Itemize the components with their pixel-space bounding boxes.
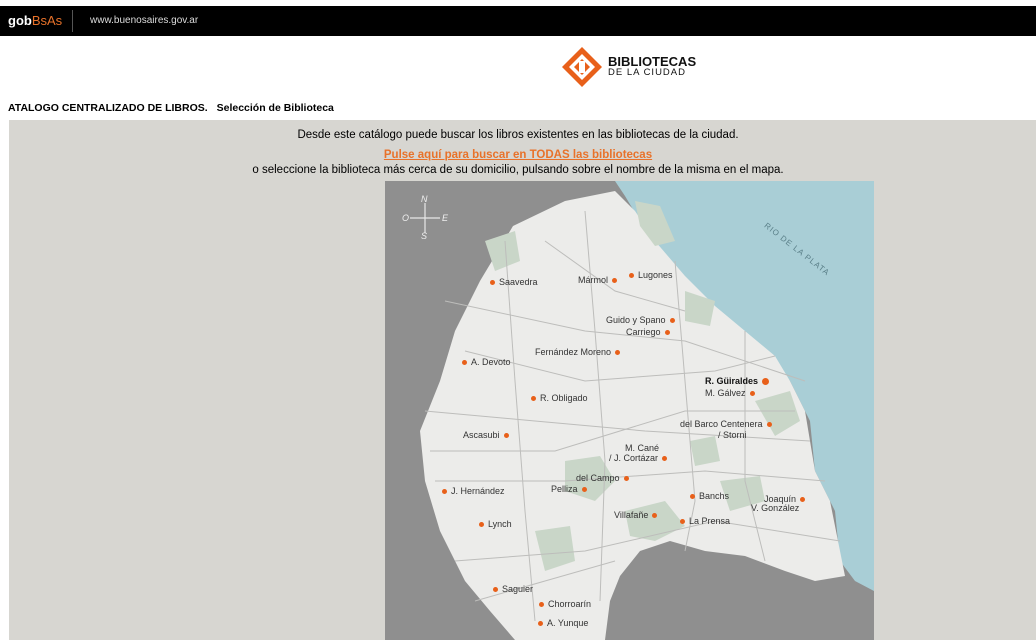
library-label: Saavedra	[499, 277, 538, 287]
location-dot-icon	[662, 456, 668, 462]
library-label: Villafañe	[614, 510, 649, 520]
library-label: Ascasubi	[463, 430, 500, 440]
library-la-prensa[interactable]: La Prensa	[676, 516, 730, 526]
site-url-link[interactable]: www.buenosaires.gov.ar	[90, 15, 198, 26]
library-marmol[interactable]: Mármol	[578, 275, 621, 285]
library-ascasubi[interactable]: Ascasubi	[463, 430, 513, 440]
library-label: Chorroarín	[548, 599, 592, 609]
city-map: N S E O RIO DE LA PLATA Saavedra Mármol …	[385, 181, 874, 640]
library-chorroarin[interactable]: Chorroarín	[535, 599, 591, 609]
location-dot-icon	[690, 494, 695, 500]
location-dot-icon	[531, 396, 536, 402]
location-dot-icon	[538, 621, 543, 627]
location-dot-icon	[493, 587, 498, 593]
library-obligado[interactable]: R. Obligado	[527, 393, 588, 403]
library-label: M. Cané	[625, 443, 660, 453]
compass-e: E	[442, 213, 449, 223]
compass-o: O	[402, 213, 410, 223]
library-pelliza[interactable]: Pelliza	[551, 484, 591, 494]
location-dot-icon	[479, 522, 484, 528]
library-label: / J. Cortázar	[609, 453, 659, 463]
library-saavedra[interactable]: Saavedra	[486, 277, 538, 287]
library-label: Banchs	[699, 491, 730, 501]
intro-instructions: o seleccione la biblioteca más cerca de …	[252, 164, 784, 176]
library-carriego[interactable]: Carriego	[626, 327, 674, 337]
location-dot-icon	[749, 391, 755, 397]
breadcrumb: ATALOGO CENTRALIZADO DE LIBROS. Selecció…	[8, 102, 334, 114]
all-libraries-link-row: Pulse aquí para buscar en TODAS las bibl…	[0, 149, 1036, 161]
location-dot-icon	[762, 378, 770, 386]
location-dot-icon	[664, 330, 670, 336]
library-label: del Campo	[576, 473, 620, 483]
library-label: Carriego	[626, 327, 661, 337]
location-dot-icon	[800, 497, 806, 503]
location-dot-icon	[539, 602, 544, 608]
breadcrumb-catalog: ATALOGO CENTRALIZADO DE LIBROS.	[8, 102, 208, 114]
library-label: Mármol	[578, 275, 609, 285]
library-lynch[interactable]: Lynch	[475, 519, 512, 529]
compass-n: N	[421, 194, 428, 204]
location-dot-icon	[629, 273, 634, 279]
library-label: M. Gálvez	[705, 388, 746, 398]
library-label: Saguier	[502, 584, 534, 594]
library-villafane[interactable]: Villafañe	[614, 510, 661, 520]
library-cortazar[interactable]: / J. Cortázar	[609, 453, 671, 463]
location-dot-icon	[669, 318, 675, 324]
library-cane[interactable]: M. Cané	[625, 443, 659, 453]
brand-gob: gob	[8, 13, 32, 28]
library-label: Lugones	[638, 270, 673, 280]
library-label: R. Obligado	[540, 393, 588, 403]
library-guiraldes[interactable]: R. Güiraldes	[705, 376, 773, 386]
library-label: R. Güiraldes	[705, 376, 759, 386]
divider	[72, 10, 73, 32]
library-guido-y-spano[interactable]: Guido y Spano	[606, 315, 679, 325]
bibliotecas-logo[interactable]: BIBLIOTECAS DE LA CIUDAD	[560, 46, 730, 88]
library-fernandez-moreno[interactable]: Fernández Moreno	[535, 347, 624, 357]
library-lugones[interactable]: Lugones	[625, 270, 673, 280]
location-dot-icon	[581, 487, 587, 493]
location-dot-icon	[766, 422, 772, 428]
library-label: Fernández Moreno	[535, 347, 612, 357]
library-hernandez[interactable]: J. Hernández	[438, 486, 505, 496]
library-label: A. Devoto	[471, 357, 511, 367]
library-yunque[interactable]: A. Yunque	[534, 618, 588, 628]
brand-bsas: BsAs	[31, 13, 63, 28]
location-dot-icon	[462, 360, 467, 366]
library-label: La Prensa	[689, 516, 731, 526]
breadcrumb-section: Selección de Biblioteca	[216, 102, 334, 114]
library-saguier[interactable]: Saguier	[489, 584, 533, 594]
library-label: V. González	[751, 503, 800, 513]
library-label: / Storni	[718, 430, 747, 440]
location-dot-icon	[680, 519, 685, 525]
top-bar: gobBsAs www.buenosaires.gov.ar	[0, 6, 1036, 36]
library-v-gonzalez[interactable]: V. González	[751, 503, 799, 513]
logo-subtitle: DE LA CIUDAD	[608, 67, 686, 78]
location-dot-icon	[490, 280, 495, 286]
library-label: Guido y Spano	[606, 315, 666, 325]
compass-s: S	[421, 231, 428, 241]
location-dot-icon	[615, 350, 621, 356]
location-dot-icon	[503, 433, 509, 439]
intro-text: Desde este catálogo puede buscar los lib…	[297, 129, 739, 141]
location-dot-icon	[612, 278, 618, 284]
library-del-campo[interactable]: del Campo	[576, 473, 633, 483]
library-galvez[interactable]: M. Gálvez	[705, 388, 759, 398]
library-banchs[interactable]: Banchs	[686, 491, 729, 501]
location-dot-icon	[442, 489, 447, 495]
location-dot-icon	[623, 476, 629, 482]
library-storni[interactable]: / Storni	[718, 430, 747, 440]
bibliotecas-logo-icon	[562, 47, 602, 87]
gobbsas-logo[interactable]: gobBsAs	[8, 13, 62, 28]
library-label: J. Hernández	[451, 486, 505, 496]
location-dot-icon	[652, 513, 658, 519]
library-del-barco-centenera[interactable]: del Barco Centenera	[680, 419, 776, 429]
library-label: Pelliza	[551, 484, 578, 494]
search-all-libraries-link[interactable]: Pulse aquí para buscar en TODAS las bibl…	[384, 149, 652, 161]
library-label: Lynch	[488, 519, 512, 529]
library-label: A. Yunque	[547, 618, 589, 628]
library-devoto[interactable]: A. Devoto	[458, 357, 511, 367]
library-label: del Barco Centenera	[680, 419, 763, 429]
